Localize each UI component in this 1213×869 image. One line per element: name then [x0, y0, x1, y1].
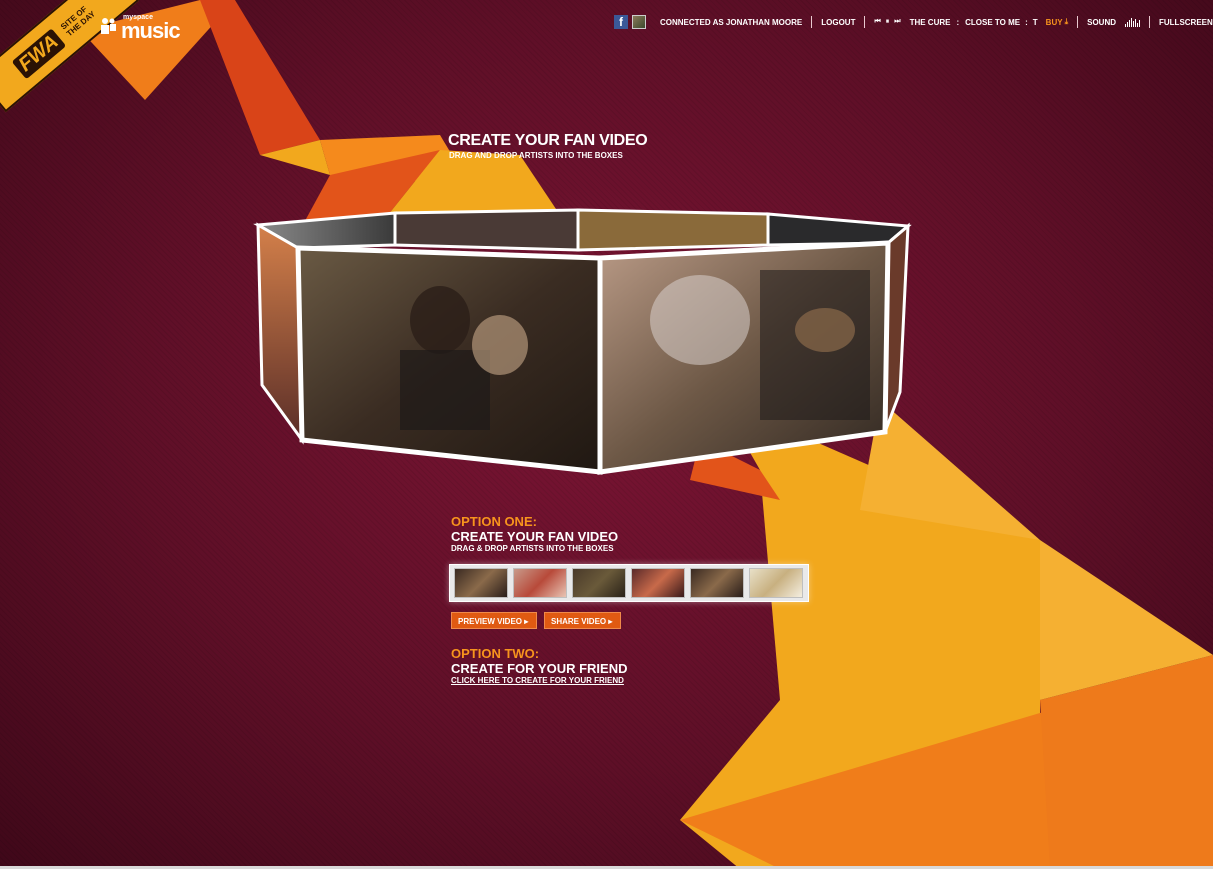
- artist-thumbnail[interactable]: [631, 568, 685, 598]
- preview-video-label: PREVIEW VIDEO: [458, 617, 523, 626]
- option-one-title: CREATE YOUR FAN VIDEO: [451, 529, 619, 544]
- carousel-panel-back-right[interactable]: [576, 208, 770, 252]
- carousel-panel-back-far-right[interactable]: [766, 212, 912, 247]
- artist-thumbnail[interactable]: [454, 568, 508, 598]
- play-arrow-icon: ▸: [608, 617, 613, 626]
- option-two: OPTION TWO: CREATE FOR YOUR FRIEND CLICK…: [451, 647, 627, 686]
- option-one: OPTION ONE: CREATE YOUR FAN VIDEO DRAG &…: [451, 515, 618, 554]
- artist-thumbnail[interactable]: [513, 568, 567, 598]
- option-two-title: CREATE FOR YOUR FRIEND: [451, 661, 628, 676]
- play-arrow-icon: ▸: [524, 617, 529, 626]
- option-two-label: OPTION TWO:: [451, 646, 540, 661]
- carousel-panel-left[interactable]: [256, 222, 304, 445]
- artist-thumbnail[interactable]: [572, 568, 626, 598]
- artist-thumbnail[interactable]: [749, 568, 803, 598]
- carousel-panel-back-center[interactable]: [393, 208, 580, 252]
- preview-video-button[interactable]: PREVIEW VIDEO ▸: [451, 612, 538, 629]
- share-video-button[interactable]: SHARE VIDEO ▸: [544, 612, 622, 629]
- option-one-label: OPTION ONE:: [451, 514, 537, 529]
- artist-thumbnail[interactable]: [690, 568, 744, 598]
- fan-video-carousel[interactable]: [0, 0, 1213, 869]
- create-for-friend-link[interactable]: CLICK HERE TO CREATE FOR YOUR FRIEND: [451, 676, 627, 686]
- artist-thumbnail-strip: [449, 564, 809, 602]
- option-one-subtitle: DRAG & DROP ARTISTS INTO THE BOXES: [451, 544, 614, 553]
- share-video-label: SHARE VIDEO: [551, 617, 607, 626]
